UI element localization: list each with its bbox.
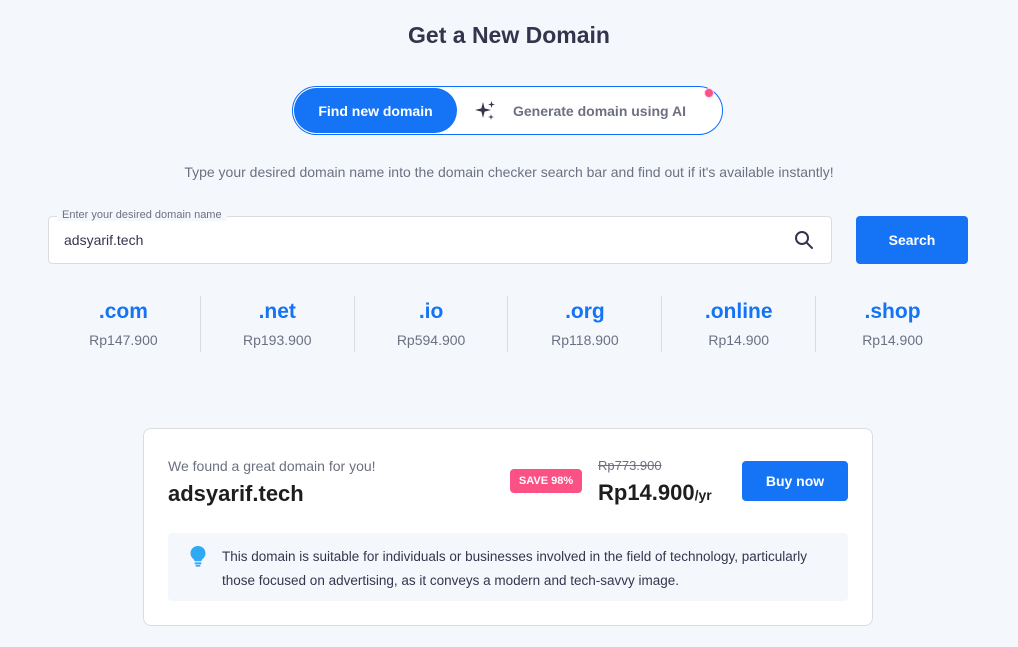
tld-extension: .shop xyxy=(864,300,921,323)
original-price: Rp773.900 xyxy=(598,458,662,473)
notification-dot xyxy=(704,88,714,98)
tld-item[interactable]: .io Rp594.900 xyxy=(355,296,509,352)
search-button[interactable]: Search xyxy=(856,216,968,264)
tld-item[interactable]: .shop Rp14.900 xyxy=(816,296,969,352)
tip-text: This domain is suitable for individuals … xyxy=(222,549,808,588)
tld-price: Rp14.900 xyxy=(862,332,923,348)
discounted-price: Rp14.900/yr xyxy=(598,480,712,506)
domain-result-card: We found a great domain for you! adsyari… xyxy=(143,428,873,626)
tld-item[interactable]: .online Rp14.900 xyxy=(662,296,817,352)
tld-item[interactable]: .org Rp118.900 xyxy=(508,296,663,352)
domain-tip: This domain is suitable for individuals … xyxy=(168,533,848,601)
price-value: Rp14.900 xyxy=(598,480,695,505)
tld-price: Rp594.900 xyxy=(396,332,466,348)
tld-price: Rp118.900 xyxy=(551,332,619,348)
result-domain: adsyarif.tech xyxy=(168,481,304,506)
tld-extension: .com xyxy=(98,300,148,323)
page-title: Get a New Domain xyxy=(408,22,610,48)
generate-domain-ai-label: Generate domain using AI xyxy=(513,102,686,119)
tld-item[interactable]: .net Rp193.900 xyxy=(201,296,355,352)
tld-price: Rp14.900 xyxy=(708,332,770,348)
find-new-domain-tab[interactable]: Find new domain xyxy=(294,88,457,133)
domain-search-input[interactable] xyxy=(49,217,789,263)
tld-price: Rp193.900 xyxy=(242,332,312,348)
tld-price: Rp147.900 xyxy=(89,332,158,348)
lightbulb-icon xyxy=(190,546,206,567)
tld-extension: .io xyxy=(418,300,444,323)
search-mode-toggle: Find new domain Generate domain using AI xyxy=(292,86,723,135)
generate-domain-ai-tab[interactable]: Generate domain using AI xyxy=(473,88,686,133)
tld-extension: .org xyxy=(565,300,605,323)
price-period: /yr xyxy=(694,487,712,503)
result-label: We found a great domain for you! xyxy=(168,458,376,474)
tld-extension: .net xyxy=(258,300,296,323)
search-instructions: Type your desired domain name into the d… xyxy=(184,164,834,180)
sparkles-icon xyxy=(475,100,495,120)
tld-price-list: .com Rp147.900 .net Rp193.900 .io Rp594.… xyxy=(47,296,969,352)
tld-item[interactable]: .com Rp147.900 xyxy=(47,296,201,352)
buy-now-button[interactable]: Buy now xyxy=(742,461,848,501)
save-badge: SAVE 98% xyxy=(510,469,582,493)
domain-search-field: Enter your desired domain name xyxy=(48,209,832,264)
search-icon[interactable] xyxy=(794,230,814,250)
tld-extension: .online xyxy=(704,300,773,323)
